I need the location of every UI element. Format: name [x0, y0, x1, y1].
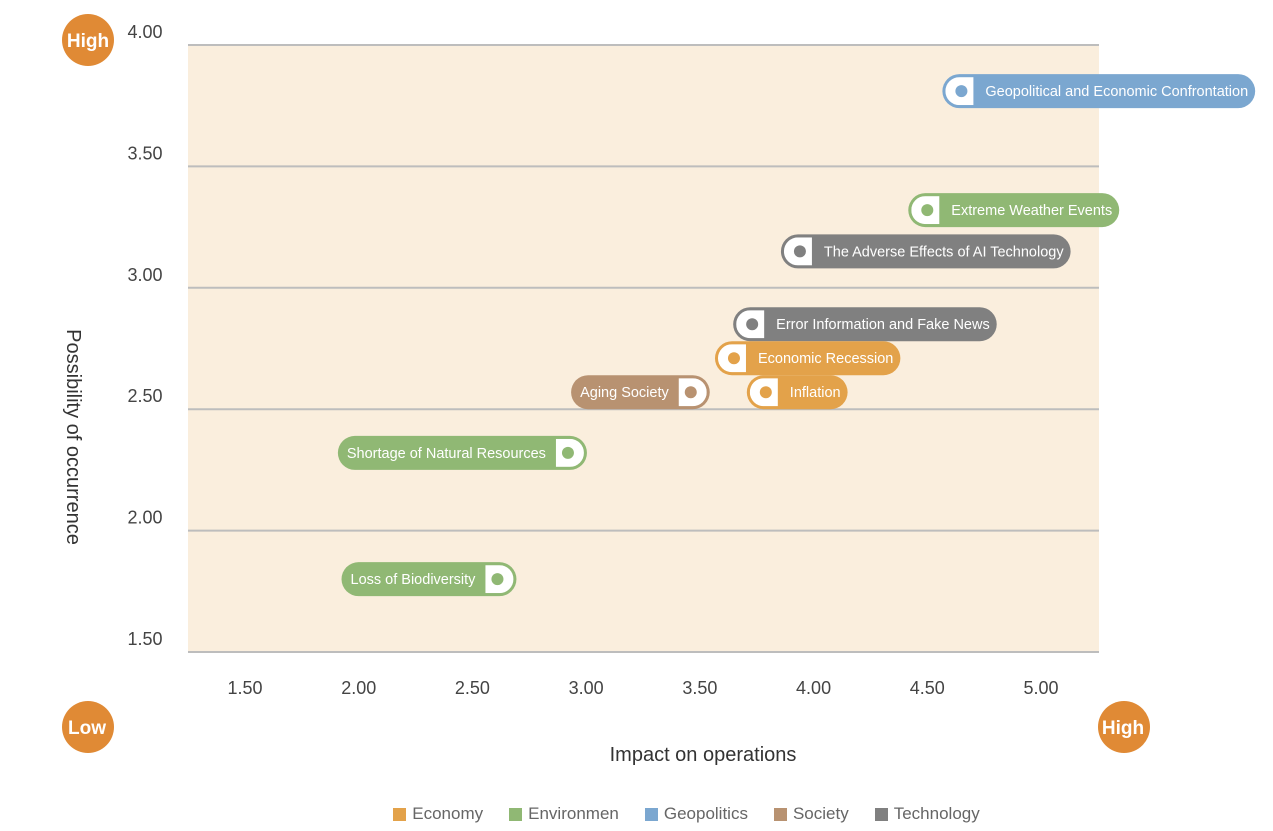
- data-point: Geopolitical and Economic Confrontation: [942, 74, 1256, 109]
- plot-background: [188, 45, 1099, 652]
- legend-item: Economy: [393, 804, 483, 824]
- x-axis-title: Impact on operations: [610, 744, 797, 766]
- legend-label: Geopolitics: [663, 804, 748, 823]
- point-marker: [793, 245, 806, 258]
- legend-label: Economy: [412, 804, 484, 823]
- data-point: Extreme Weather Events: [908, 193, 1120, 228]
- x-tick-label: 3.00: [569, 678, 604, 698]
- legend-label: Technology: [893, 804, 980, 823]
- point-marker: [955, 85, 968, 98]
- y-tick-label: 2.50: [127, 386, 162, 406]
- badge-bottom-left-text: Low: [68, 718, 106, 739]
- legend-swatch: [393, 807, 407, 821]
- point-label: Economic Recession: [758, 351, 893, 367]
- x-tick-label: 2.00: [341, 678, 376, 698]
- data-point: Aging Society: [571, 375, 710, 410]
- point-marker: [921, 204, 934, 217]
- data-point: Economic Recession: [714, 341, 901, 376]
- x-tick-labels: 1.50 2.00 2.50 3.00 3.50 4.00 4.50 5.00: [227, 678, 1058, 698]
- x-tick-label: 4.00: [796, 678, 831, 698]
- point-marker: [561, 446, 574, 459]
- legend-item: Technology: [874, 804, 980, 824]
- legend-label: Environmen: [528, 804, 619, 823]
- point-label: Loss of Biodiversity: [351, 572, 477, 588]
- x-tick-label: 2.50: [455, 678, 490, 698]
- risk-matrix-chart: 4.00 3.50 3.00 2.50 2.00 1.50 1.50 2.00 2.50 3.0…: [62, 14, 1256, 766]
- badge-bottom-right: High: [1098, 701, 1150, 753]
- x-tick-label: 3.50: [682, 678, 717, 698]
- point-label: Geopolitical and Economic Confrontation: [985, 84, 1248, 100]
- legend-swatch: [644, 807, 658, 821]
- badge-bottom-left: Low: [62, 701, 114, 753]
- point-label: Aging Society: [580, 385, 669, 401]
- legend-item: Environmen: [509, 804, 619, 824]
- x-tick-label: 1.50: [227, 678, 262, 698]
- badge-bottom-right-text: High: [1102, 718, 1144, 739]
- legend-label: Society: [792, 804, 849, 823]
- data-point: Error Information and Fake News: [733, 307, 997, 342]
- x-tick-label: 4.50: [910, 678, 945, 698]
- point-marker: [759, 386, 772, 399]
- x-tick-label: 5.00: [1023, 678, 1058, 698]
- point-label: Shortage of Natural Resources: [347, 446, 546, 462]
- legend-swatch: [874, 807, 888, 821]
- legend-item: Society: [773, 804, 849, 824]
- y-tick-label: 2.00: [127, 508, 162, 528]
- y-tick-label: 1.50: [127, 629, 162, 649]
- legend-item: Geopolitics: [644, 804, 748, 824]
- legend-swatch: [509, 807, 523, 821]
- point-marker: [684, 386, 697, 399]
- point-label: The Adverse Effects of AI Technology: [824, 244, 1064, 260]
- legend-swatch: [773, 807, 787, 821]
- y-tick-label: 3.00: [127, 265, 162, 285]
- y-tick-label: 3.50: [127, 143, 162, 163]
- point-label: Extreme Weather Events: [951, 203, 1112, 219]
- point-marker: [491, 573, 504, 586]
- point-label: Inflation: [790, 385, 841, 401]
- data-point: Shortage of Natural Resources: [337, 435, 587, 470]
- data-point: Inflation: [746, 375, 848, 410]
- legend: Economy Environmen Geopolitics Society Techn…: [0, 804, 1273, 824]
- point-label: Error Information and Fake News: [776, 317, 990, 333]
- data-point: The Adverse Effects of AI Technology: [780, 234, 1071, 269]
- point-marker: [746, 318, 759, 331]
- y-tick-label: 4.00: [127, 22, 162, 42]
- point-marker: [727, 352, 740, 365]
- y-tick-labels: 4.00 3.50 3.00 2.50 2.00 1.50: [127, 22, 162, 649]
- badge-top-left: High: [62, 14, 114, 66]
- badge-top-left-text: High: [67, 31, 109, 52]
- data-point: Loss of Biodiversity: [341, 562, 517, 597]
- y-axis-title: Possibility of occurrence: [62, 329, 84, 545]
